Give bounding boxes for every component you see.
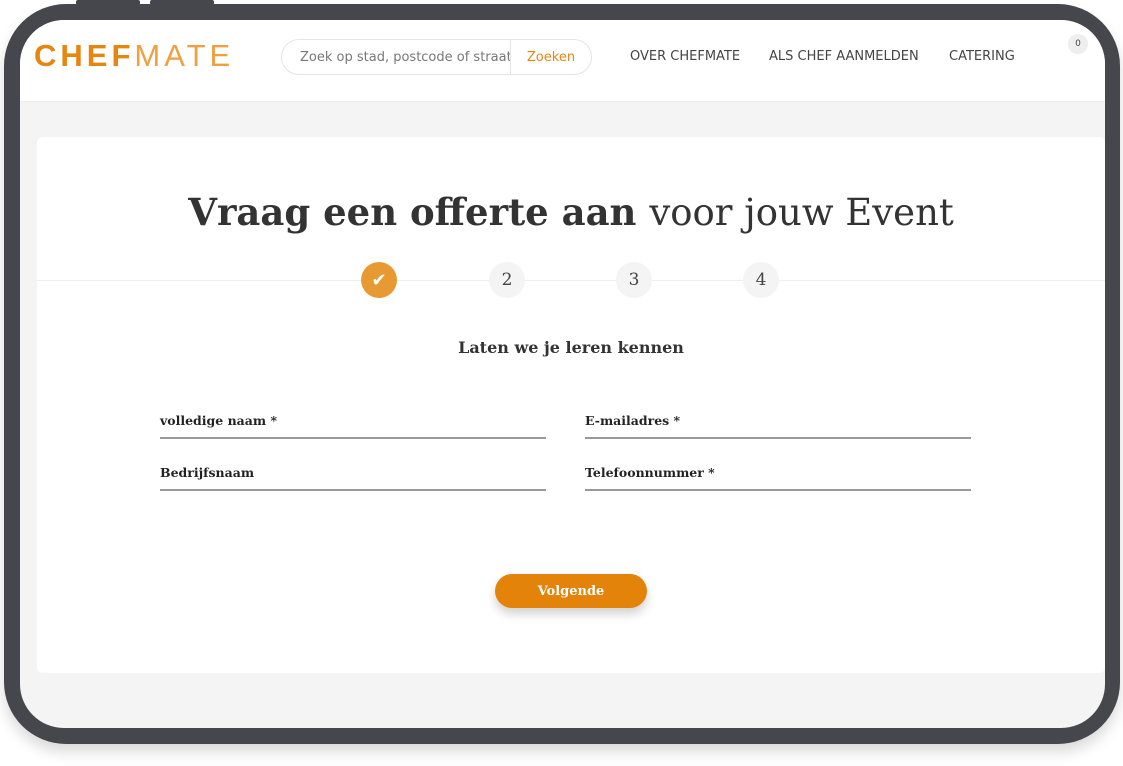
phone-input[interactable] [585,461,971,489]
next-button[interactable]: Volgende [495,574,647,608]
search-bar: Zoeken [281,39,592,75]
full-name-input[interactable] [160,409,546,437]
search-input[interactable] [282,40,510,74]
email-input[interactable] [585,409,971,437]
search-button[interactable]: Zoeken [510,40,591,74]
phone-field: Telefoonnummer * [585,461,971,491]
chefmate-logo[interactable]: CHEFMATE [34,38,234,74]
email-field: E-mailadres * [585,409,971,439]
title-bold: Vraag een offerte aan [188,190,637,234]
cart-count-badge[interactable]: 0 [1068,34,1088,54]
company-field: Bedrijfsnaam [160,461,546,491]
step-2[interactable]: 2 [489,262,525,298]
tablet-volume-button [150,0,214,5]
logo-bold: CHEF [34,38,135,73]
step-3[interactable]: 3 [616,262,652,298]
nav-als-chef-aanmelden[interactable]: ALS CHEF AANMELDEN [769,49,919,64]
company-input[interactable] [160,461,546,489]
full-name-field: volledige naam * [160,409,546,439]
tablet-volume-button [76,0,140,5]
form-subtitle: Laten we je leren kennen [458,338,684,357]
page-title: Vraag een offerte aan voor jouw Event [37,190,1105,234]
screen: CHEFMATE Zoeken OVER CHEFMATE ALS CHEF A… [20,20,1105,728]
step-1-check-icon[interactable]: ✔ [361,262,397,298]
nav-over-chefmate[interactable]: OVER CHEFMATE [630,49,740,64]
step-progress-line [37,280,1105,281]
title-rest: voor jouw Event [649,191,954,234]
step-4[interactable]: 4 [743,262,779,298]
logo-light: MATE [134,38,235,73]
quote-form-card: Vraag een offerte aan voor jouw Event ✔ … [37,137,1105,673]
nav-catering[interactable]: CATERING [949,49,1015,64]
site-header: CHEFMATE Zoeken OVER CHEFMATE ALS CHEF A… [20,20,1105,102]
